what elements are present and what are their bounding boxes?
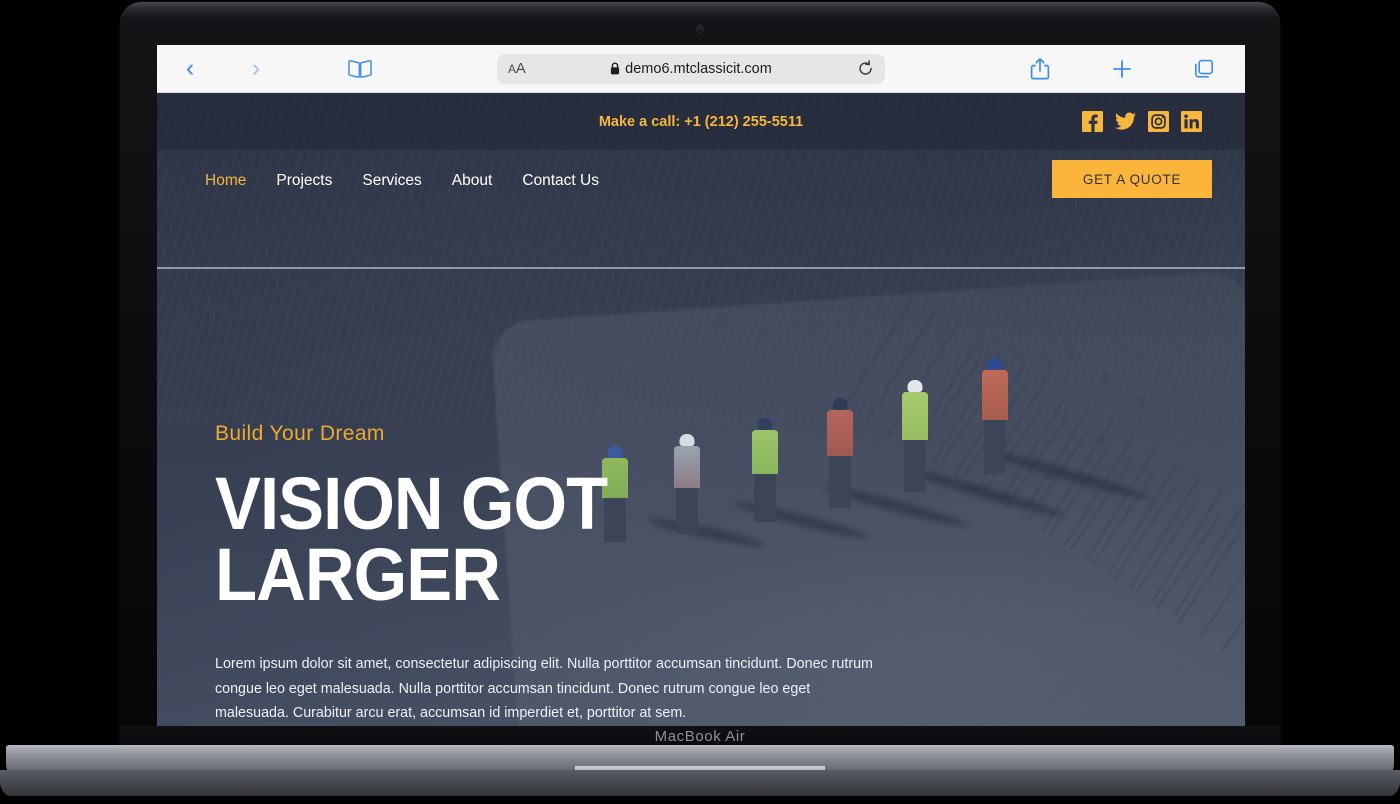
instagram-link[interactable] — [1148, 111, 1169, 132]
hero-eyebrow: Build Your Dream — [215, 422, 385, 445]
reload-icon — [859, 60, 872, 75]
webcam-icon — [697, 25, 703, 32]
nav-items: Home Projects Services About Contact Us — [205, 172, 599, 190]
browser-toolbar: ‹ › AA demo6.mtclassicit.com — [157, 45, 1245, 93]
lock-icon — [611, 62, 620, 75]
utility-bar: Make a call: +1 (212) 255-5511 — [157, 93, 1245, 150]
url-text: demo6.mtclassicit.com — [625, 60, 772, 77]
reload-button[interactable] — [857, 60, 874, 77]
book-icon — [348, 59, 372, 78]
reader-view-button[interactable] — [337, 59, 383, 79]
laptop-base-bottom — [0, 770, 1400, 798]
website-viewport: Make a call: +1 (212) 255-5511 Home Proj… — [157, 93, 1245, 726]
hero-paragraph: Lorem ipsum dolor sit amet, consectetur … — [215, 656, 873, 722]
url-display: demo6.mtclassicit.com — [497, 61, 885, 77]
hero-headline: VISION GOT LARGER — [215, 462, 608, 617]
laptop-screen: ‹ › AA demo6.mtclassicit.com Make a call… — [157, 45, 1245, 726]
social-links — [1082, 111, 1202, 132]
nav-item-contact-us[interactable]: Contact Us — [522, 172, 599, 190]
address-bar-container: AA demo6.mtclassicit.com — [383, 53, 999, 84]
share-button[interactable] — [999, 57, 1081, 81]
show-tabs-button[interactable] — [1163, 58, 1245, 80]
share-icon — [1030, 57, 1050, 79]
plus-icon — [1113, 59, 1131, 78]
facebook-link[interactable] — [1082, 111, 1103, 132]
instagram-icon — [1148, 111, 1169, 132]
linkedin-link[interactable] — [1181, 111, 1202, 132]
forward-button[interactable]: › — [223, 56, 289, 81]
laptop-lid-edge — [122, 3, 1278, 19]
get-a-quote-button[interactable]: GET A QUOTE — [1052, 160, 1212, 198]
facebook-icon — [1082, 111, 1103, 132]
twitter-link[interactable] — [1115, 111, 1136, 132]
hero-content: Build Your Dream VISION GOT LARGER Lorem… — [215, 269, 945, 726]
main-navigation: Home Projects Services About Contact Us … — [157, 150, 1245, 212]
device-model-label: MacBook Air — [654, 728, 746, 745]
laptop-base-shadow — [0, 796, 1400, 804]
nav-item-projects[interactable]: Projects — [276, 172, 332, 190]
text-size-button[interactable]: AA — [508, 60, 526, 77]
address-bar[interactable]: AA demo6.mtclassicit.com — [497, 53, 885, 84]
new-tab-button[interactable] — [1081, 58, 1163, 80]
hero-section: Build Your Dream VISION GOT LARGER Lorem… — [157, 269, 1245, 726]
nav-item-about[interactable]: About — [452, 172, 493, 190]
nav-item-services[interactable]: Services — [362, 172, 421, 190]
screenshot-stage: ‹ › AA demo6.mtclassicit.com Make a call… — [0, 0, 1400, 804]
linkedin-icon — [1181, 111, 1202, 132]
nav-item-home[interactable]: Home — [205, 172, 246, 190]
tabs-icon — [1195, 59, 1213, 78]
back-button[interactable]: ‹ — [157, 56, 223, 81]
twitter-icon — [1115, 112, 1136, 130]
